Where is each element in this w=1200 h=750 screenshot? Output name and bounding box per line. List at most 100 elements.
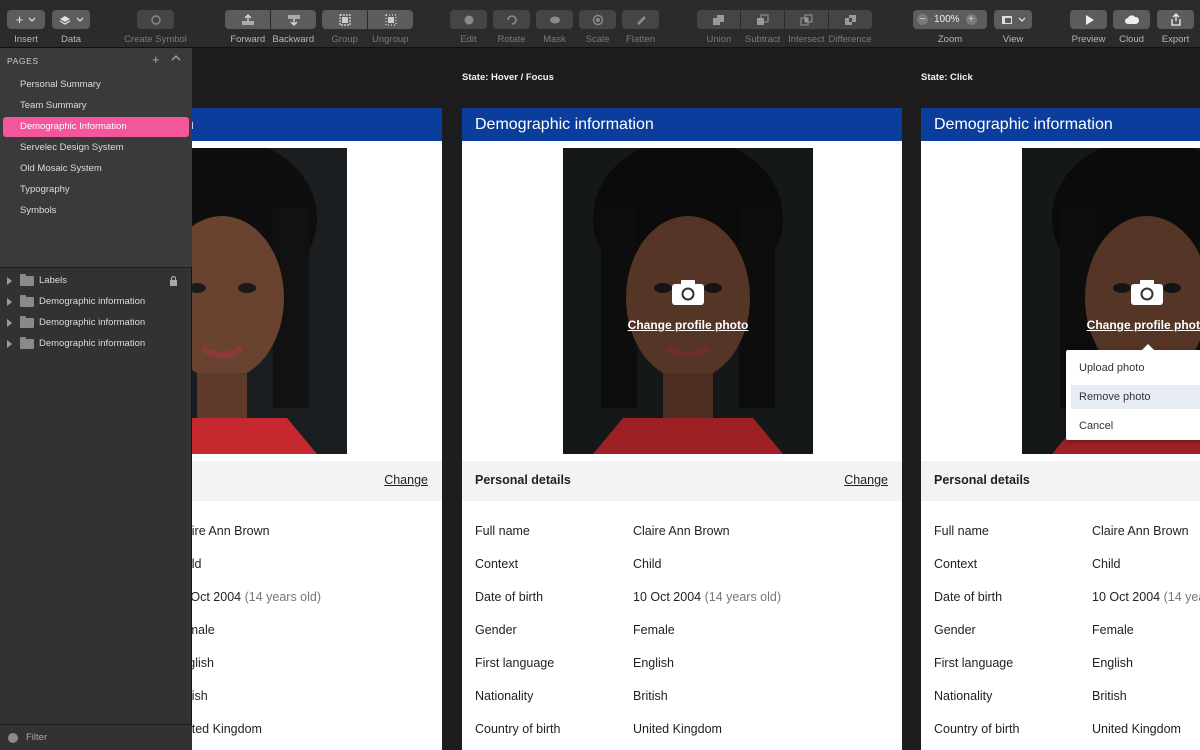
state-label-click: State: Click [921, 72, 973, 83]
canvas[interactable]: State: Hover / Focus State: Click Demogr… [192, 48, 1200, 750]
view-layout-icon [1001, 15, 1012, 24]
disclosure-triangle-icon[interactable] [7, 340, 12, 348]
view-label: View [1002, 34, 1024, 45]
create-symbol-tool[interactable]: Create Symbol [124, 10, 187, 45]
menu-item-upload-photo[interactable]: Upload photo [1071, 356, 1200, 380]
forward-button[interactable] [225, 10, 270, 29]
cloud-button[interactable] [1113, 10, 1150, 29]
create-symbol-button[interactable] [137, 10, 174, 29]
artboard-click[interactable]: Demographic information Change profile p… [921, 108, 1200, 750]
subtract-button[interactable] [741, 10, 784, 29]
view-button[interactable] [994, 10, 1032, 29]
preview-tool[interactable]: Preview [1070, 10, 1107, 45]
insert-button[interactable]: + [7, 10, 45, 29]
change-link[interactable]: Change [844, 473, 888, 487]
row-value: Female [1092, 623, 1134, 637]
page-item-old-mosaic-system[interactable]: Old Mosaic System [3, 159, 189, 179]
collapse-pages-icon[interactable] [171, 54, 181, 62]
page-item-team-summary[interactable]: Team Summary [3, 96, 189, 116]
layer-item[interactable]: Demographic information [0, 334, 192, 354]
filter-bar[interactable]: Filter [0, 724, 192, 750]
detail-row: Date of birth10 Oct 2004 (14 years old) [192, 590, 442, 610]
change-link[interactable]: Change [384, 473, 428, 487]
scale-button[interactable] [579, 10, 616, 29]
row-label: Nationality [934, 689, 993, 703]
detail-row: Context Child [462, 557, 902, 577]
edit-tool[interactable]: Edit [450, 10, 487, 45]
detail-row: Full nameClaire Ann Brown [921, 524, 1200, 544]
detail-row: Full nameClaire Ann Brown [192, 524, 442, 544]
data-tool[interactable]: Data [52, 10, 90, 45]
menu-item-remove-photo[interactable]: Remove photo [1071, 385, 1200, 409]
change-profile-photo-link[interactable]: Change profile photo [1022, 318, 1200, 332]
page-item-symbols[interactable]: Symbols [3, 201, 189, 221]
lock-icon[interactable] [169, 276, 178, 286]
filter-input[interactable]: Filter [26, 732, 47, 743]
preview-label: Preview [1071, 34, 1106, 45]
rotate-tool[interactable]: Rotate [493, 10, 530, 45]
union-button[interactable] [697, 10, 740, 29]
arrange-group: Forward Backward [225, 10, 316, 45]
cloud-tool[interactable]: Cloud [1113, 10, 1150, 45]
page-item-typography[interactable]: Typography [3, 180, 189, 200]
menu-item-cancel[interactable]: Cancel [1071, 414, 1200, 438]
insert-tool[interactable]: + Insert [7, 10, 45, 45]
view-tool[interactable]: View [994, 10, 1032, 45]
group-label: Group [331, 34, 358, 45]
profile-photo[interactable]: Change profile photo [563, 148, 813, 454]
flatten-button[interactable] [622, 10, 659, 29]
intersect-button[interactable] [785, 10, 828, 29]
page-item-demographic-information[interactable]: Demographic Information [3, 117, 189, 137]
filter-icon [8, 733, 18, 743]
rotate-icon [506, 14, 517, 25]
add-page-icon[interactable]: + [152, 53, 160, 66]
edit-label: Edit [460, 34, 477, 45]
chevron-down-icon [76, 17, 83, 22]
group-button[interactable] [322, 10, 367, 29]
subtract-icon [756, 14, 768, 25]
detail-row: First language English [921, 656, 1200, 676]
zoom-out-button[interactable]: − [917, 14, 928, 25]
disclosure-triangle-icon[interactable] [7, 319, 12, 327]
export-tool[interactable]: Export [1157, 10, 1194, 45]
export-button[interactable] [1157, 10, 1194, 29]
layer-name: Demographic information [39, 317, 146, 328]
pages-title: PAGES [7, 56, 39, 66]
mask-tool[interactable]: Mask [536, 10, 573, 45]
mask-button[interactable] [536, 10, 573, 29]
artboard-default[interactable]: Demographic information Personal details… [192, 108, 442, 750]
zoom-value[interactable]: 100% [934, 14, 960, 25]
disclosure-triangle-icon[interactable] [7, 298, 12, 306]
row-value: Child [633, 557, 662, 571]
row-value: Child [192, 557, 202, 571]
data-button[interactable] [52, 10, 90, 29]
layer-item[interactable]: Labels [0, 271, 192, 291]
cloud-label: Cloud [1119, 34, 1144, 45]
row-value: 10 Oct 2004 (14 years old) [192, 590, 322, 604]
change-profile-photo-link[interactable]: Change profile photo [563, 318, 813, 332]
page-item-personal-summary[interactable]: Personal Summary [3, 75, 189, 95]
zoom-in-button[interactable]: + [965, 14, 977, 25]
detail-row: Country of birth United Kingdom [921, 722, 1200, 742]
flatten-tool[interactable]: Flatten [622, 10, 659, 45]
row-label: Context [934, 557, 978, 571]
mask-label: Mask [543, 34, 566, 45]
disclosure-triangle-icon[interactable] [7, 277, 12, 285]
layer-item[interactable]: Demographic information [0, 313, 192, 333]
scale-tool[interactable]: Scale [579, 10, 616, 45]
union-label: Union [706, 34, 732, 45]
difference-button[interactable] [829, 10, 872, 29]
layers-icon [59, 15, 70, 25]
rotate-button[interactable] [493, 10, 530, 29]
page-item-servelec-design-system[interactable]: Servelec Design System [3, 138, 189, 158]
preview-button[interactable] [1070, 10, 1107, 29]
edit-icon [464, 15, 473, 24]
profile-photo[interactable] [192, 148, 347, 454]
backward-label: Backward [272, 34, 315, 45]
edit-button[interactable] [450, 10, 487, 29]
layer-item[interactable]: Demographic information [0, 292, 192, 312]
artboard-hover-focus[interactable]: Demographic information Change profile p… [462, 108, 902, 750]
ungroup-button[interactable] [368, 10, 413, 29]
detail-row: Date of birth10 Oct 2004 (14 years old) [462, 590, 902, 610]
backward-button[interactable] [271, 10, 316, 29]
